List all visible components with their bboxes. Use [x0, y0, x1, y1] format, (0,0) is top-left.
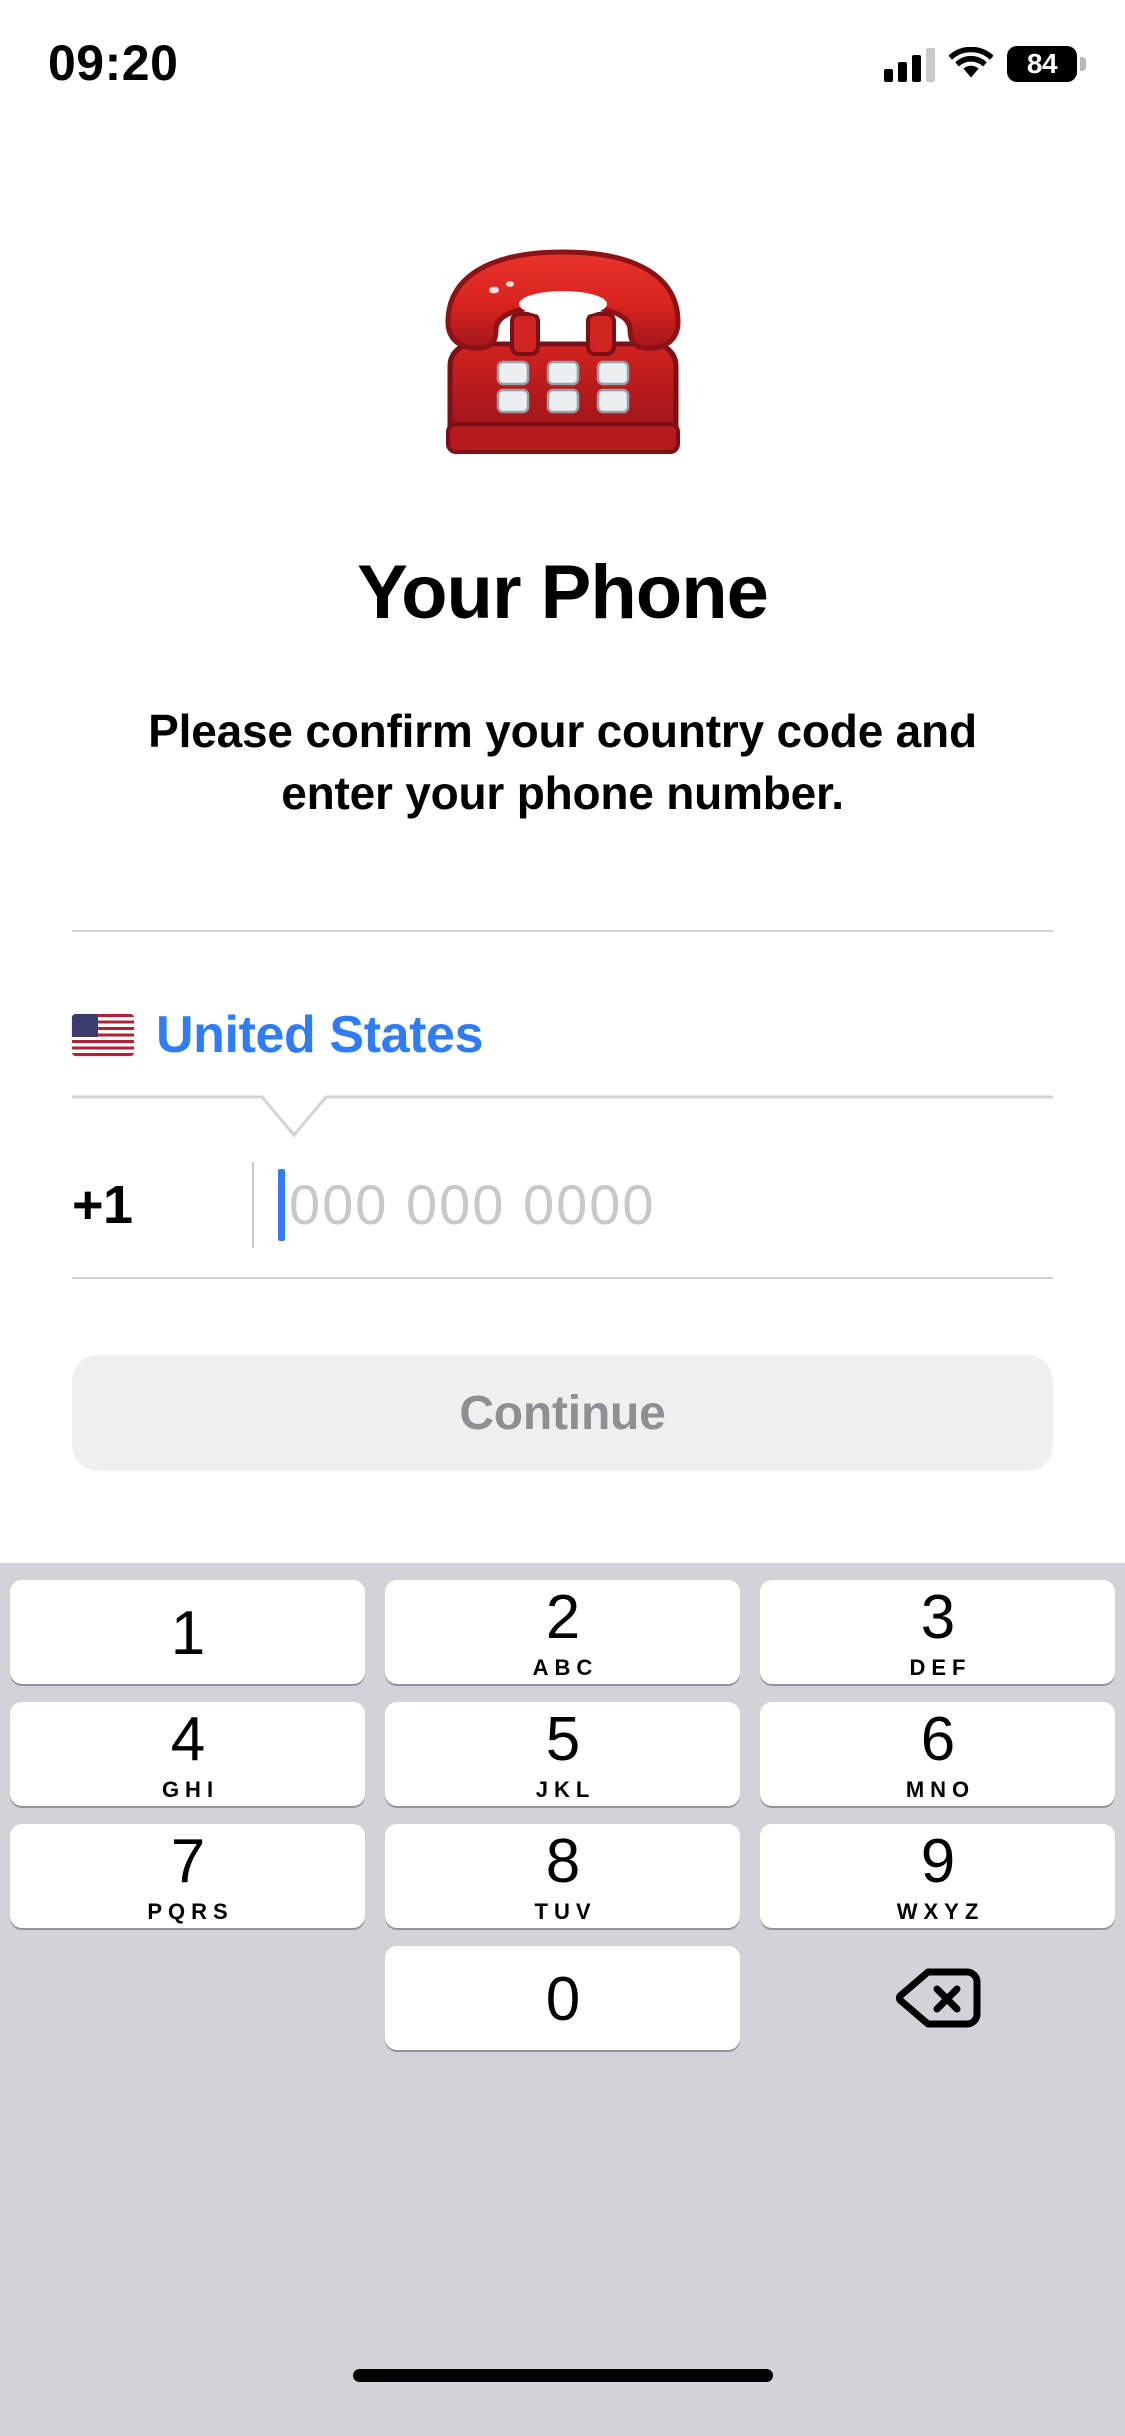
- keypad-letters: TUV: [534, 1899, 597, 1924]
- keypad-cell: 9 WXYZ: [750, 1824, 1125, 1928]
- keypad-cell: 3 DEF: [750, 1580, 1125, 1684]
- dial-code-label: +1: [72, 1175, 133, 1235]
- country-selector[interactable]: United States: [72, 990, 1053, 1080]
- keypad-key-6[interactable]: 6 MNO: [760, 1702, 1115, 1806]
- hero-illustration: [0, 218, 1125, 468]
- keypad-spacer: [10, 1946, 365, 2050]
- keypad-cell: 8 TUV: [375, 1824, 750, 1928]
- keypad-key-1[interactable]: 1: [10, 1580, 365, 1684]
- battery-level-label: 84: [1026, 48, 1058, 79]
- field-separator: [252, 1162, 254, 1248]
- keypad-digit: 8: [545, 1827, 580, 1896]
- wifi-icon: [949, 47, 993, 81]
- keypad-digit: 2: [545, 1583, 580, 1652]
- home-indicator[interactable]: [352, 2369, 773, 2382]
- status-bar-indicators: 84: [884, 38, 1086, 90]
- us-flag-icon: [72, 1014, 134, 1056]
- keypad-cell: 1: [0, 1580, 375, 1684]
- signal-bars-icon: [884, 46, 935, 82]
- status-bar-time: 09:20: [48, 35, 179, 91]
- keypad-letters: MNO: [905, 1777, 976, 1802]
- battery-icon: 84: [1007, 46, 1086, 82]
- keypad-digit: 5: [545, 1705, 580, 1774]
- keypad-key-3[interactable]: 3 DEF: [760, 1580, 1115, 1684]
- keypad-cell: 5 JKL: [375, 1702, 750, 1806]
- divider-top: [72, 930, 1053, 932]
- keypad-letters: DEF: [909, 1655, 972, 1680]
- phone-number-field-row[interactable]: +1 000 000 0000: [72, 1150, 1053, 1260]
- keypad-row: 4 GHI 5 JKL 6 MNO: [0, 1702, 1125, 1806]
- keypad-cell: 2 ABC: [375, 1580, 750, 1684]
- keypad-letters: PQRS: [147, 1899, 234, 1924]
- status-bar: 09:20 84: [0, 0, 1125, 132]
- page-title: Your Phone: [357, 550, 769, 635]
- keypad-digit: 6: [920, 1705, 955, 1774]
- numeric-keypad: 1 2 ABC 3 DEF 4 GHI 5 JKL 6 MNO 7 PQRS 8 TUV 9 WXYZ 0: [0, 1563, 1125, 2436]
- telephone-emoji: [444, 249, 681, 454]
- page-subtitle: Please confirm your country code and ent…: [148, 705, 977, 819]
- phone-signup-screen: 09:20 84 Your Phone Please confirm your …: [0, 0, 1125, 2436]
- keypad-cell: 4 GHI: [0, 1702, 375, 1806]
- keypad-key-4[interactable]: 4 GHI: [10, 1702, 365, 1806]
- keypad-digit: 7: [170, 1827, 205, 1896]
- phone-number-input[interactable]: 000 000 0000: [289, 1171, 656, 1239]
- chevron-down-icon: [72, 1095, 1053, 1138]
- keypad-row: 0: [0, 1946, 1125, 2050]
- keypad-letters: ABC: [532, 1655, 599, 1680]
- divider-bottom: [72, 1277, 1053, 1279]
- keypad-letters: GHI: [161, 1777, 220, 1802]
- continue-button[interactable]: Continue: [72, 1355, 1053, 1471]
- keypad-row: 1 2 ABC 3 DEF: [0, 1580, 1125, 1684]
- keypad-cell: 0: [375, 1946, 750, 2050]
- keypad-key-7[interactable]: 7 PQRS: [10, 1824, 365, 1928]
- keypad-digit: 1: [170, 1599, 205, 1668]
- keypad-key-8[interactable]: 8 TUV: [385, 1824, 740, 1928]
- text-caret: [278, 1169, 285, 1241]
- backspace-key[interactable]: [760, 1946, 1115, 2050]
- keypad-cell: [0, 1946, 375, 2050]
- keypad-key-5[interactable]: 5 JKL: [385, 1702, 740, 1806]
- keypad-digit: 4: [170, 1705, 205, 1774]
- keypad-digit: 0: [545, 1965, 580, 2034]
- keypad-row: 7 PQRS 8 TUV 9 WXYZ: [0, 1824, 1125, 1928]
- keypad-digit: 3: [920, 1583, 955, 1652]
- keypad-letters: WXYZ: [896, 1899, 985, 1924]
- keypad-key-9[interactable]: 9 WXYZ: [760, 1824, 1115, 1928]
- keypad-digit: 9: [920, 1827, 955, 1896]
- country-name-label: United States: [156, 1006, 484, 1064]
- keypad-cell: 6 MNO: [750, 1702, 1125, 1806]
- keypad-letters: JKL: [535, 1777, 596, 1802]
- keypad-cell: 7 PQRS: [0, 1824, 375, 1928]
- keypad-cell: [750, 1946, 1125, 2050]
- divider-with-chevron: [72, 1095, 1053, 1141]
- keypad-key-2[interactable]: 2 ABC: [385, 1580, 740, 1684]
- keypad-grid: 1 2 ABC 3 DEF 4 GHI 5 JKL 6 MNO 7 PQRS 8 TUV 9 WXYZ 0: [0, 1580, 1125, 2050]
- keypad-key-0[interactable]: 0: [385, 1946, 740, 2050]
